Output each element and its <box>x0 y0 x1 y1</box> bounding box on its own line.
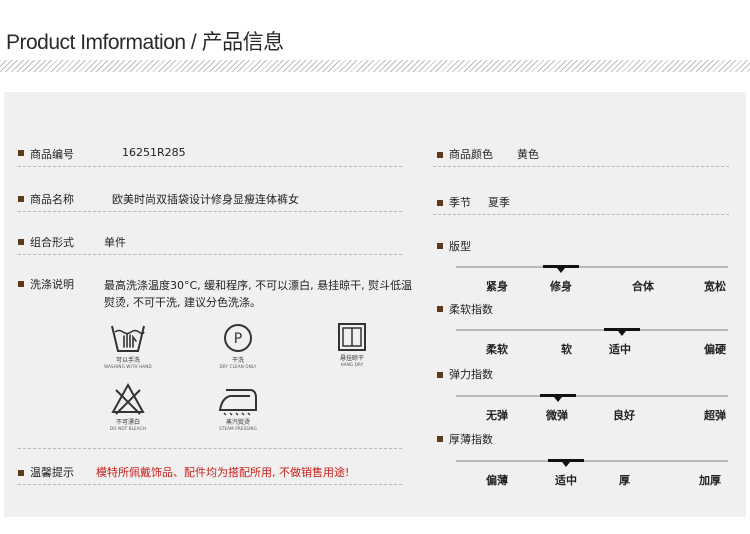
page-title: Product Imformation / 产品信息 <box>6 31 284 54</box>
softness-scale-pointer <box>618 331 626 336</box>
care-label-en: STEAM PRESSING <box>219 426 257 431</box>
product-code-label: 商品编号 <box>30 148 74 161</box>
steam-iron-icon <box>218 389 257 416</box>
composition-label: 组合形式 <box>30 236 74 249</box>
elasticity-scale-label: 弹力指数 <box>449 368 493 381</box>
softness-option: 偏硬 <box>704 343 726 356</box>
washing-instructions: 最高洗涤温度30°C, 缓和程序, 不可以漂白, 悬挂晾干, 熨斗低温熨烫, 不… <box>104 279 413 309</box>
care-label-en: HANG DRY <box>340 362 364 367</box>
thickness-scale-pointer <box>562 462 570 467</box>
thickness-option: 偏薄 <box>486 474 508 487</box>
thickness-scale-track <box>456 460 728 462</box>
fit-option: 紧身 <box>486 280 508 293</box>
hatch-divider <box>0 60 750 72</box>
row-divider <box>18 211 402 212</box>
care-label-cn: 不可漂白 <box>115 419 140 426</box>
thickness-option: 适中 <box>555 474 577 487</box>
color-label: 商品颜色 <box>449 148 493 161</box>
care-label-en: DO NOT BLEACH <box>110 426 146 431</box>
elasticity-scale-pointer <box>554 397 562 402</box>
thickness-option: 厚 <box>619 474 630 487</box>
bullet-icon <box>437 243 443 249</box>
softness-option: 软 <box>561 343 572 356</box>
fit-option: 合体 <box>632 280 654 293</box>
care-label-cn: 干洗 <box>231 357 244 364</box>
product-code-value: 16251R285 <box>122 146 186 159</box>
softness-option: 柔软 <box>486 343 508 356</box>
care-label-cn: 可以手洗 <box>115 357 140 364</box>
care-hand-wash: 可以手洗 WASHING WITH HAND <box>96 322 160 369</box>
dry-clean-icon: P <box>224 324 252 352</box>
care-steam-iron: 蒸汽熨烫 STEAM PRESSING <box>206 384 270 431</box>
softness-scale-label: 柔软指数 <box>449 303 493 316</box>
softness-scale-track <box>456 329 728 331</box>
care-label-en: WASHING WITH HAND <box>104 364 152 369</box>
color-value: 黄色 <box>517 148 539 161</box>
care-hang-dry: 悬挂晾干 HANG DRY <box>320 322 384 367</box>
hang-dry-icon <box>338 323 366 351</box>
product-name-value: 欧美时尚双插袋设计修身显瘦连体裤女 <box>112 193 299 206</box>
washing-label: 洗涤说明 <box>30 278 74 291</box>
elasticity-scale-track <box>456 395 728 397</box>
thickness-option: 加厚 <box>699 474 721 487</box>
row-divider <box>18 166 402 167</box>
care-label-cn: 蒸汽熨烫 <box>225 419 250 426</box>
bullet-icon <box>437 372 443 378</box>
row-divider <box>18 254 402 255</box>
row-divider <box>433 214 729 215</box>
fit-option: 修身 <box>550 280 572 293</box>
fit-scale-label: 版型 <box>449 240 471 253</box>
bullet-icon <box>18 239 24 245</box>
softness-option: 适中 <box>609 343 631 356</box>
dry-clean-symbol: P <box>234 331 242 347</box>
elasticity-option: 超弹 <box>704 409 726 422</box>
row-divider <box>18 448 402 449</box>
bullet-icon <box>18 281 24 287</box>
care-no-bleach: 不可漂白 DO NOT BLEACH <box>96 382 160 431</box>
care-dry-clean: P 干洗 DRY CLEAN ONLY <box>206 322 270 369</box>
care-label-cn: 悬挂晾干 <box>339 355 364 362</box>
bullet-icon <box>437 306 443 312</box>
fit-option: 宽松 <box>704 280 726 293</box>
bullet-icon <box>437 436 443 442</box>
bullet-icon <box>18 196 24 202</box>
bullet-icon <box>437 152 443 158</box>
fit-scale-pointer <box>557 268 565 273</box>
product-name-label: 商品名称 <box>30 193 74 206</box>
bullet-icon <box>18 470 24 476</box>
season-value: 夏季 <box>488 196 510 209</box>
thickness-scale-label: 厚薄指数 <box>449 433 493 446</box>
bullet-icon <box>437 200 443 206</box>
composition-value: 单件 <box>104 236 126 249</box>
do-not-bleach-icon <box>111 382 145 415</box>
tips-label: 温馨提示 <box>30 466 74 479</box>
elasticity-option: 微弹 <box>546 409 568 422</box>
care-label-en: DRY CLEAN ONLY <box>219 364 257 369</box>
fit-scale-track <box>456 266 728 268</box>
hand-wash-icon <box>111 325 145 352</box>
bullet-icon <box>18 150 24 156</box>
row-divider <box>433 166 729 167</box>
season-label: 季节 <box>449 196 471 209</box>
elasticity-option: 良好 <box>613 409 635 422</box>
row-divider <box>18 484 402 485</box>
elasticity-option: 无弹 <box>486 409 508 422</box>
tips-warning: 模特所佩戴饰品、配件均为搭配所用, 不做销售用途! <box>96 466 350 479</box>
